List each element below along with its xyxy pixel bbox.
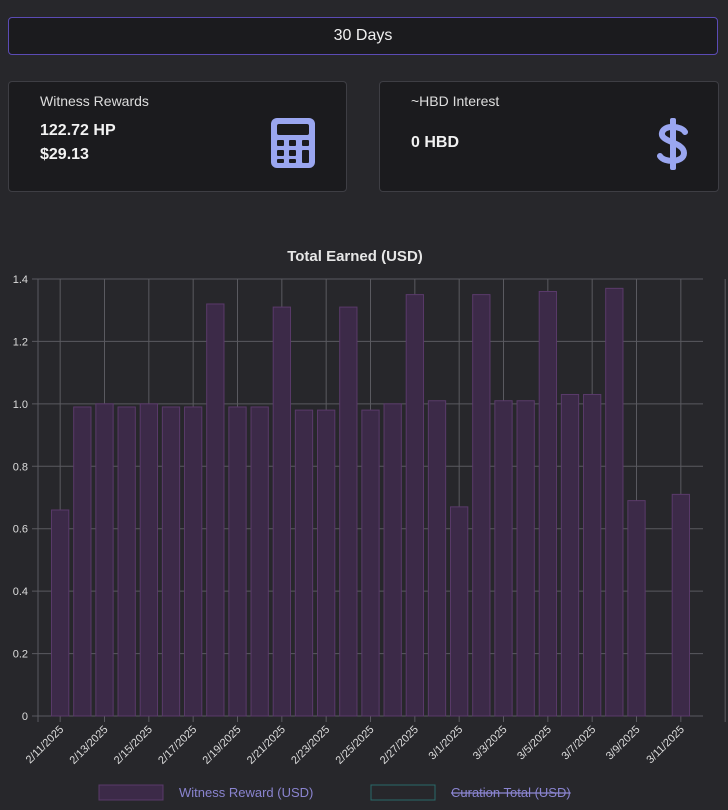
chart-title: Total Earned (USD) — [287, 248, 423, 265]
bar-witness-reward[interactable] — [95, 403, 114, 717]
x-tick-label: 2/25/2025 — [334, 724, 377, 767]
x-tick-label: 2/19/2025 — [201, 724, 244, 767]
y-tick-label: 0.6 — [13, 524, 28, 536]
x-tick-label: 2/13/2025 — [68, 724, 111, 767]
y-axis-ticks: 0 0.2 0.4 0.6 0.8 1.0 1.2 1.4 — [13, 274, 28, 723]
calculator-icon — [271, 118, 315, 168]
bar-witness-reward[interactable] — [405, 294, 424, 717]
bar-witness-reward[interactable] — [294, 409, 314, 717]
legend-swatch-witness[interactable] — [98, 784, 164, 801]
bar-witness-reward[interactable] — [494, 400, 513, 717]
bar-witness-reward[interactable] — [472, 294, 491, 717]
range-30-days-button[interactable]: 30 Days — [8, 17, 718, 55]
bar-witness-reward[interactable] — [51, 509, 70, 717]
y-tick-label: 1.2 — [13, 336, 28, 348]
bar-witness-reward[interactable] — [383, 403, 402, 717]
hbd-interest-card: ~HBD Interest 0 HBD — [379, 81, 719, 192]
y-tick-label: 0.4 — [13, 586, 28, 598]
x-tick-label: 2/27/2025 — [378, 724, 421, 767]
legend-label-curation[interactable]: Curation Total (USD) — [451, 785, 571, 800]
x-tick-label: 2/17/2025 — [156, 724, 199, 767]
bar-witness-reward[interactable] — [206, 303, 225, 717]
bar-witness-reward[interactable] — [317, 409, 336, 717]
y-tick-label: 0.2 — [13, 649, 28, 661]
legend-swatch-curation[interactable] — [370, 784, 436, 801]
witness-rewards-usd: $29.13 — [40, 146, 89, 163]
x-tick-label: 3/11/2025 — [644, 724, 687, 767]
y-tick-label: 1.4 — [13, 274, 28, 286]
y-tick-label: 0 — [22, 711, 28, 723]
x-tick-label: 3/5/2025 — [515, 724, 554, 763]
witness-rewards-hp: 122.72 HP — [40, 122, 116, 139]
bar-witness-reward[interactable] — [627, 500, 646, 717]
y-tick-label: 1.0 — [13, 399, 28, 411]
bar-witness-reward[interactable] — [450, 506, 469, 717]
bar-witness-reward[interactable] — [560, 393, 580, 717]
y-tick-label: 0.8 — [13, 461, 28, 473]
bar-witness-reward[interactable] — [605, 287, 624, 717]
bar-witness-reward[interactable] — [117, 406, 136, 717]
x-axis-ticks: 2/11/2025 2/13/2025 2/15/2025 2/17/2025 2/19… — [24, 724, 687, 767]
legend-label-witness[interactable]: Witness Reward (USD) — [179, 785, 313, 800]
x-tick-label: 3/3/2025 — [471, 724, 510, 763]
bar-witness-reward[interactable] — [339, 306, 358, 717]
x-tick-label: 2/23/2025 — [289, 724, 332, 767]
chart-legend: Witness Reward (USD) Curation Total (USD… — [98, 784, 571, 801]
bar-witness-reward[interactable] — [272, 306, 291, 717]
bar-witness-reward[interactable] — [228, 406, 247, 717]
bar-witness-reward[interactable] — [583, 393, 602, 717]
bar-witness-reward[interactable] — [184, 406, 203, 717]
dollar-icon — [657, 118, 688, 170]
x-tick-label: 2/21/2025 — [245, 724, 288, 767]
total-earned-chart: 2/11/2025 2/13/2025 2/15/2025 2/17/2025 2/19… — [13, 248, 726, 801]
x-tick-label: 3/7/2025 — [560, 724, 599, 763]
bar-witness-reward[interactable] — [361, 409, 380, 717]
hbd-interest-value: 0 HBD — [411, 134, 460, 151]
bar-witness-reward[interactable] — [671, 493, 690, 717]
x-tick-label: 2/15/2025 — [112, 724, 155, 767]
bar-witness-reward[interactable] — [73, 406, 92, 717]
bar-witness-reward[interactable] — [516, 400, 535, 717]
bar-witness-reward[interactable] — [139, 403, 158, 717]
x-tick-label: 3/9/2025 — [604, 724, 643, 763]
bar-witness-reward[interactable] — [538, 290, 557, 717]
bar-witness-reward[interactable] — [427, 400, 447, 717]
hbd-interest-title: ~HBD Interest — [411, 93, 500, 109]
bar-witness-reward[interactable] — [250, 406, 269, 717]
bar-witness-reward[interactable] — [161, 406, 181, 717]
x-tick-label: 3/1/2025 — [427, 724, 466, 763]
x-tick-label: 2/11/2025 — [24, 724, 67, 767]
witness-rewards-card: Witness Rewards 122.72 HP $29.13 — [8, 81, 347, 192]
witness-rewards-title: Witness Rewards — [40, 93, 149, 109]
